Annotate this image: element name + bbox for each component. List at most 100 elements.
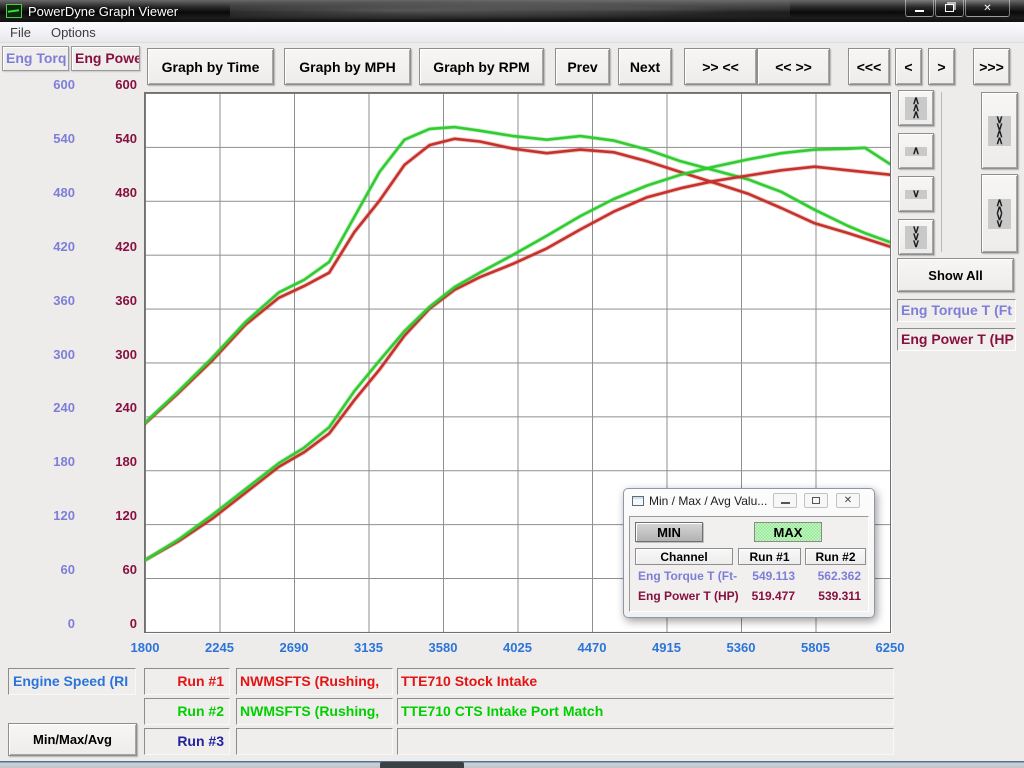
x-tick-4470: 4470 xyxy=(562,640,622,656)
close-button[interactable]: ✕ xyxy=(965,0,1010,17)
run-file-field-1[interactable]: NWMSFTS (Rushing, xyxy=(236,668,393,695)
compress-scale-icon: ∨∨∧∧ xyxy=(988,116,1010,146)
toolbar-button-prev[interactable]: Prev xyxy=(555,48,610,85)
y-tick-torque-180: 180 xyxy=(24,454,75,470)
curve-run-1-eng-torque-t-ft-lbs- xyxy=(145,139,890,424)
menu-options[interactable]: Options xyxy=(41,23,106,42)
close-icon: ✕ xyxy=(983,3,991,14)
run-description-field-1[interactable]: TTE710 Stock Intake xyxy=(397,668,894,695)
minmax-window: Min / Max / Avg Valu... ✕ MIN MAX Channe… xyxy=(623,488,875,618)
maximize-button[interactable] xyxy=(935,0,964,17)
minmax-window-icon xyxy=(632,496,644,506)
tab-eng-torque[interactable]: Eng Torq xyxy=(2,46,69,71)
max-toggle-button[interactable]: MAX xyxy=(754,522,822,542)
y-tick-torque-600: 600 xyxy=(24,77,75,93)
run-label-1: Run #1 xyxy=(144,668,230,695)
minmax-row-run2-value: 539.311 xyxy=(805,589,861,603)
y-tick-power-480: 480 xyxy=(90,185,137,201)
window-bottom-frame xyxy=(0,761,1024,768)
scroll-up-fast-button[interactable]: ∧∧∧ xyxy=(898,90,934,126)
run-description-field-2[interactable]: TTE710 CTS Intake Port Match xyxy=(397,698,894,725)
close-icon: ✕ xyxy=(844,495,852,506)
minmax-window-title: Min / Max / Avg Valu... xyxy=(649,494,767,508)
panel-divider xyxy=(941,92,942,252)
x-axis-channel-display[interactable]: Engine Speed (RI xyxy=(8,668,136,695)
scroll-up-icon: ∧ xyxy=(905,147,927,156)
expand-scale-icon: ∧∧∨∨ xyxy=(988,199,1010,229)
minmaxavg-button[interactable]: Min/Max/Avg xyxy=(8,723,137,756)
y-tick-torque-0: 0 xyxy=(24,616,75,632)
x-tick-4025: 4025 xyxy=(488,640,548,656)
y-tick-torque-360: 360 xyxy=(24,293,75,309)
y-tick-torque-240: 240 xyxy=(24,400,75,416)
toolbar-button-nav[interactable]: <<< xyxy=(848,48,890,85)
title-bar: PowerDyne Graph Viewer ✕ xyxy=(0,0,1024,22)
toolbar-button-nav[interactable]: << >> xyxy=(757,48,830,85)
taskbar-peek xyxy=(380,762,464,768)
y-tick-torque-540: 540 xyxy=(24,131,75,147)
minimize-icon xyxy=(781,501,790,504)
y-tick-power-0: 0 xyxy=(90,616,137,632)
column-header-run1[interactable]: Run #1 xyxy=(738,548,801,565)
run-label-3: Run #3 xyxy=(144,728,230,755)
x-tick-6250: 6250 xyxy=(860,640,920,656)
min-toggle-button[interactable]: MIN xyxy=(635,522,703,542)
run-file-field-3[interactable] xyxy=(236,728,393,755)
y-tick-power-60: 60 xyxy=(90,562,137,578)
run-label-2: Run #2 xyxy=(144,698,230,725)
minmax-close-button[interactable]: ✕ xyxy=(836,493,860,508)
scroll-down-fast-button[interactable]: ∨∨∨ xyxy=(898,219,934,255)
curve-run-1-eng-torque-t-ft-lbs- xyxy=(145,139,890,424)
y-tick-power-360: 360 xyxy=(90,293,137,309)
minimize-icon xyxy=(915,9,924,12)
x-tick-5805: 5805 xyxy=(786,640,846,656)
minmax-restore-button[interactable] xyxy=(804,493,828,508)
x-tick-4915: 4915 xyxy=(637,640,697,656)
scroll-up-button[interactable]: ∧ xyxy=(898,133,934,169)
y-tick-power-540: 540 xyxy=(90,131,137,147)
y-tick-torque-420: 420 xyxy=(24,239,75,255)
app-icon xyxy=(6,4,22,18)
scroll-down-icon: ∨ xyxy=(905,190,927,199)
menu-file[interactable]: File xyxy=(0,23,41,42)
y-tick-power-240: 240 xyxy=(90,400,137,416)
toolbar-button-graph-by-rpm[interactable]: Graph by RPM xyxy=(419,48,544,85)
toolbar-button-graph-by-time[interactable]: Graph by Time xyxy=(147,48,274,85)
torque-channel-display[interactable]: Eng Torque T (Ft xyxy=(897,299,1016,322)
toolbar-button-next[interactable]: Next xyxy=(618,48,672,85)
toolbar-button-graph-by-mph[interactable]: Graph by MPH xyxy=(284,48,411,85)
toolbar-button-nav[interactable]: > xyxy=(928,48,955,85)
minimize-button[interactable] xyxy=(905,0,934,17)
y-tick-power-180: 180 xyxy=(90,454,137,470)
minmax-row-run2-value: 562.362 xyxy=(805,569,861,583)
x-tick-1800: 1800 xyxy=(115,640,175,656)
y-tick-torque-480: 480 xyxy=(24,185,75,201)
scroll-down-button[interactable]: ∨ xyxy=(898,176,934,212)
column-header-run2[interactable]: Run #2 xyxy=(805,548,866,565)
minmax-row-run1-value: 519.477 xyxy=(738,589,795,603)
window-title: PowerDyne Graph Viewer xyxy=(28,4,178,19)
toolbar-button-nav[interactable]: >>> xyxy=(973,48,1010,85)
tab-eng-power[interactable]: Eng Powe xyxy=(71,46,140,71)
scroll-up-fast-icon: ∧∧∧ xyxy=(905,97,927,120)
y-tick-power-120: 120 xyxy=(90,508,137,524)
x-tick-5360: 5360 xyxy=(711,640,771,656)
run-file-field-2[interactable]: NWMSFTS (Rushing, xyxy=(236,698,393,725)
toolbar-button-nav[interactable]: < xyxy=(895,48,922,85)
power-channel-display[interactable]: Eng Power T (HP xyxy=(897,328,1016,351)
menu-bar: File Options xyxy=(0,22,1024,43)
minmax-minimize-button[interactable] xyxy=(773,493,797,508)
expand-scale-button[interactable]: ∧∧∨∨ xyxy=(981,174,1018,253)
y-tick-torque-60: 60 xyxy=(24,562,75,578)
compress-scale-button[interactable]: ∨∨∧∧ xyxy=(981,92,1018,169)
column-header-channel[interactable]: Channel xyxy=(635,548,733,565)
y-tick-power-600: 600 xyxy=(90,77,137,93)
x-tick-2690: 2690 xyxy=(264,640,324,656)
run-description-field-3[interactable] xyxy=(397,728,894,755)
x-tick-2245: 2245 xyxy=(190,640,250,656)
x-tick-3580: 3580 xyxy=(413,640,473,656)
show-all-button[interactable]: Show All xyxy=(897,258,1014,292)
y-tick-torque-300: 300 xyxy=(24,347,75,363)
y-tick-torque-120: 120 xyxy=(24,508,75,524)
toolbar-button-nav[interactable]: >> << xyxy=(684,48,757,85)
